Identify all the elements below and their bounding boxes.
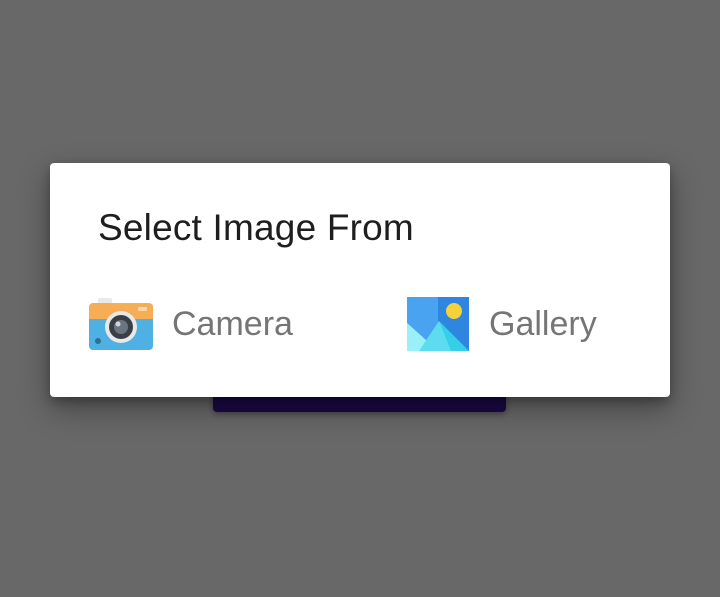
- gallery-option[interactable]: Gallery: [405, 295, 597, 353]
- camera-icon: [89, 298, 153, 350]
- image-source-dialog: Select Image From Camera Gallery: [50, 163, 670, 397]
- camera-option[interactable]: Camera: [88, 295, 293, 353]
- dialog-title: Select Image From: [98, 207, 414, 248]
- gallery-icon: [407, 297, 469, 351]
- camera-label: Camera: [172, 304, 293, 343]
- gallery-label: Gallery: [489, 304, 597, 343]
